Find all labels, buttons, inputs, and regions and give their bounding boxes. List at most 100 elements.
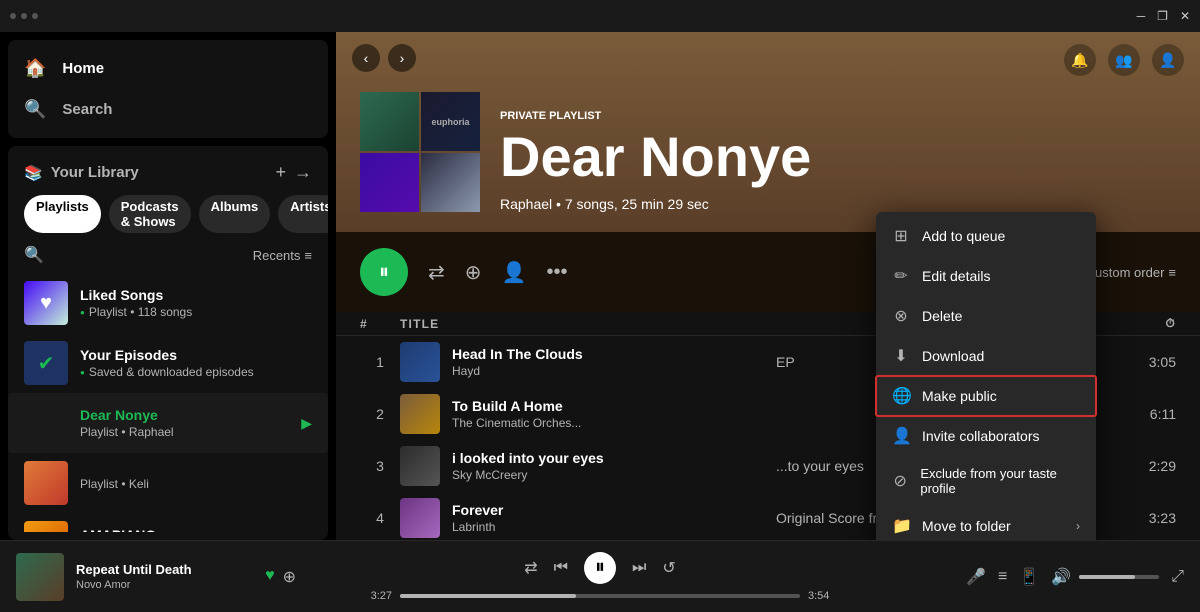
minimize-button[interactable]: ─ <box>1137 9 1146 23</box>
library-title-button[interactable]: 📚 Your Library <box>24 164 139 182</box>
add-to-playlist-icon[interactable]: ⊕ <box>283 567 296 587</box>
titlebar-dot-2 <box>21 13 27 19</box>
library-item-dear-nonye[interactable]: Dear Nonye Playlist • Raphael ▶ <box>8 393 328 453</box>
notifications-button[interactable]: 🔔 <box>1064 44 1096 76</box>
amapiano-info: AMAPIANO grooves Playlist • Spotify <box>80 527 312 532</box>
context-menu-item-delete[interactable]: ⊗ Delete <box>876 296 1096 336</box>
library-item-keli[interactable]: Playlist • Keli <box>8 453 328 513</box>
nav-search[interactable]: 🔍 Search <box>8 89 328 130</box>
track-thumb <box>400 342 440 382</box>
track-col-num: # <box>360 317 400 331</box>
chip-podcasts[interactable]: Podcasts & Shows <box>109 195 191 233</box>
time-total: 3:54 <box>808 590 829 602</box>
sidebar-navigation: 🏠 Home 🔍 Search <box>8 40 328 138</box>
episodes-thumb: ✔ <box>24 341 68 385</box>
move-to-folder-arrow-icon: › <box>1076 519 1080 533</box>
episodes-dot: ● <box>80 368 85 377</box>
context-menu-item-move-to-folder[interactable]: 📁 Move to folder › <box>876 506 1096 540</box>
library-actions: + → <box>275 162 312 183</box>
cover-cell-4 <box>421 153 480 212</box>
context-menu-item-exclude-taste[interactable]: ⊘ Exclude from your taste profile <box>876 456 1096 506</box>
cover-cell-1 <box>360 92 419 151</box>
nav-home[interactable]: 🏠 Home <box>8 48 328 89</box>
now-playing-artist: Novo Amor <box>76 579 253 591</box>
track-artist: The Cinematic Orches... <box>452 416 581 430</box>
context-menu-item-edit-details[interactable]: ✏ Edit details <box>876 256 1096 296</box>
play-pause-button[interactable]: ⏸ <box>584 552 616 584</box>
more-options-button[interactable]: ••• <box>546 261 567 284</box>
library-item-liked-songs[interactable]: ♥ Liked Songs ● Playlist • 118 songs <box>8 273 328 333</box>
episodes-name: Your Episodes <box>80 347 312 363</box>
playlist-header-info: Private Playlist Dear Nonye Raphael • 7 … <box>500 110 1176 212</box>
library-add-button[interactable]: + <box>275 162 286 183</box>
progress-bar-container: 3:27 3:54 <box>371 590 830 602</box>
track-duration: 3:23 <box>1096 510 1176 526</box>
playlist-play-button[interactable]: ⏸ <box>360 248 408 296</box>
chip-artists[interactable]: Artists <box>278 195 328 233</box>
context-menu-item-make-public[interactable]: 🌐 Make public <box>876 376 1096 416</box>
titlebar-dot-3 <box>32 13 38 19</box>
track-number: 1 <box>360 354 400 370</box>
custom-order-button[interactable]: Custom order ≡ <box>1086 265 1176 280</box>
library-section: 📚 Your Library + → Playlists Podcasts & … <box>8 146 328 540</box>
invite-collaborators-label: Invite collaborators <box>922 428 1040 444</box>
next-button[interactable]: ⏭ <box>632 559 646 577</box>
shuffle-playback-button[interactable]: ⇄ <box>524 558 537 578</box>
track-info: Forever Labrinth <box>400 498 776 538</box>
keli-sub: Playlist • Keli <box>80 477 312 491</box>
friends-button[interactable]: 👥 <box>1108 44 1140 76</box>
volume-bar[interactable] <box>1079 575 1159 579</box>
track-number: 3 <box>360 458 400 474</box>
context-menu-item-invite-collaborators[interactable]: 👤 Invite collaborators <box>876 416 1096 456</box>
lyrics-icon[interactable]: 🎤 <box>966 567 986 587</box>
like-button[interactable]: ♥ <box>265 567 275 587</box>
keli-info: Playlist • Keli <box>80 475 312 491</box>
context-menu: ⊞ Add to queue ✏ Edit details ⊗ Delete ⬇… <box>876 212 1096 540</box>
custom-order-label: Custom order <box>1086 265 1165 280</box>
recents-button[interactable]: Recents ≡ <box>253 248 312 263</box>
track-col-duration: ⏱ <box>1096 316 1176 331</box>
liked-songs-name: Liked Songs <box>80 287 312 303</box>
exclude-taste-label: Exclude from your taste profile <box>920 466 1080 496</box>
device-icon[interactable]: 📱 <box>1019 567 1039 587</box>
liked-songs-info: Liked Songs ● Playlist • 118 songs <box>80 287 312 319</box>
titlebar-dots <box>10 13 38 19</box>
track-duration: 2:29 <box>1096 458 1176 474</box>
bottom-bar: Repeat Until Death Novo Amor ♥ ⊕ ⇄ ⏮ ⏸ ⏭… <box>0 540 1200 612</box>
add-to-queue-icon: ⊞ <box>892 226 910 246</box>
queue-icon[interactable]: ≡ <box>998 568 1007 586</box>
maximize-button[interactable]: ❐ <box>1157 9 1168 23</box>
header-right-icons: 🔔 👥 👤 <box>1064 44 1184 76</box>
playlist-header: ‹ › 🔔 👥 👤 euphoria Private Playlist Dear… <box>336 32 1200 232</box>
download-button[interactable]: ⊕ <box>465 260 482 285</box>
filter-chips: Playlists Podcasts & Shows Albums Artist… <box>8 191 328 241</box>
sidebar: 🏠 Home 🔍 Search 📚 Your Library + → <box>0 32 336 540</box>
volume-icon[interactable]: 🔊 <box>1051 567 1071 587</box>
previous-button[interactable]: ⏮ <box>554 559 568 577</box>
shuffle-button[interactable]: ⇄ <box>428 260 445 285</box>
profile-button[interactable]: 👤 <box>1152 44 1184 76</box>
context-menu-item-add-to-queue[interactable]: ⊞ Add to queue <box>876 216 1096 256</box>
library-item-amapiano[interactable]: AMA AMAPIANO grooves Playlist • Spotify <box>8 513 328 532</box>
library-item-your-episodes[interactable]: ✔ Your Episodes ● Saved & downloaded epi… <box>8 333 328 393</box>
nav-back-button[interactable]: ‹ <box>352 44 380 72</box>
nav-forward-button[interactable]: › <box>388 44 416 72</box>
track-number: 2 <box>360 406 400 422</box>
context-menu-item-download[interactable]: ⬇ Download <box>876 336 1096 376</box>
repeat-button[interactable]: ↺ <box>662 558 675 578</box>
progress-track[interactable] <box>400 594 800 598</box>
close-button[interactable]: ✕ <box>1180 9 1190 23</box>
track-name: i looked into your eyes <box>452 450 604 466</box>
titlebar: ─ ❐ ✕ <box>0 0 1200 32</box>
follow-button[interactable]: 👤 <box>502 260 527 285</box>
chip-playlists[interactable]: Playlists <box>24 195 101 233</box>
chip-albums[interactable]: Albums <box>199 195 271 233</box>
cover-cell-3 <box>360 153 419 212</box>
cover-cell-2: euphoria <box>421 92 480 151</box>
fullscreen-icon[interactable]: ⤢ <box>1171 568 1184 586</box>
library-expand-button[interactable]: → <box>294 162 312 183</box>
track-artist: Sky McCreery <box>452 468 604 482</box>
library-search-icon[interactable]: 🔍 <box>24 245 44 265</box>
amapiano-name: AMAPIANO grooves <box>80 527 312 532</box>
library-header: 📚 Your Library + → <box>8 154 328 191</box>
